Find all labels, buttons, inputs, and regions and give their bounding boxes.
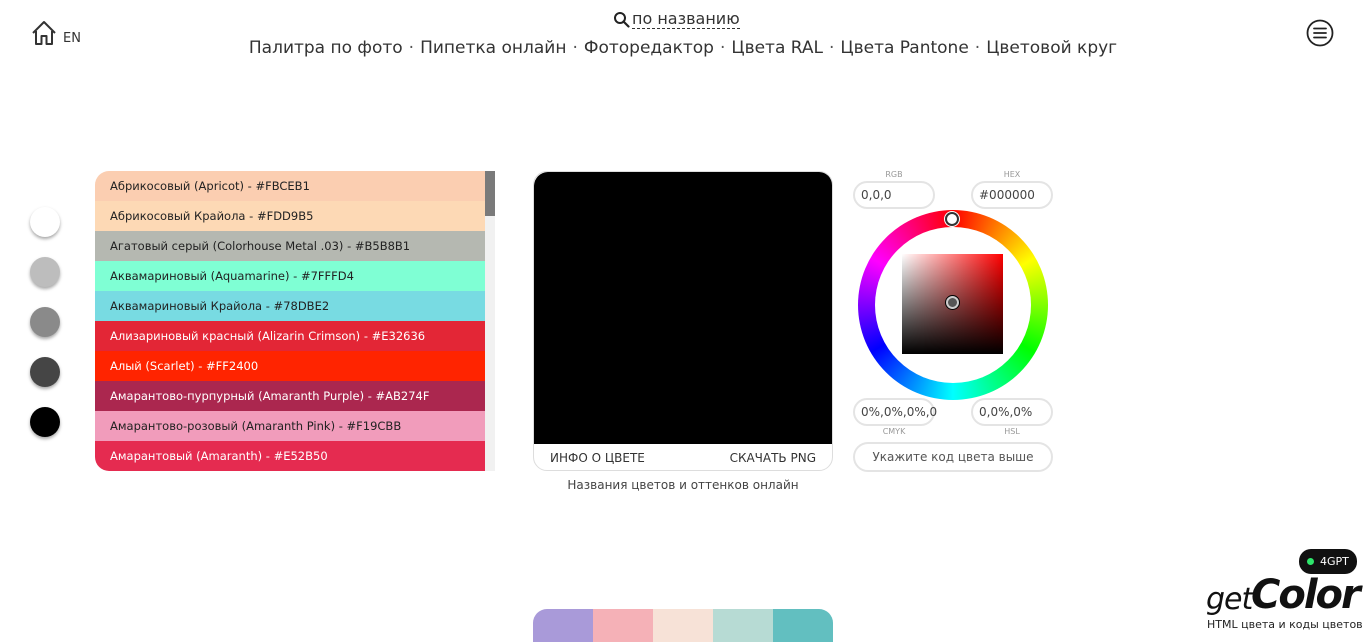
- menu-icon[interactable]: [1306, 19, 1334, 47]
- logo-color: Color: [1251, 572, 1361, 618]
- rgb-label: RGB: [885, 170, 903, 179]
- preview-actions: ИНФО О ЦВЕТЕ СКАЧАТЬ PNG: [534, 444, 832, 470]
- nav-separator: ·: [974, 38, 981, 58]
- nav-separator: ·: [572, 38, 578, 58]
- color-list-item[interactable]: Амарантово-пурпурный (Amaranth Purple) -…: [95, 381, 495, 411]
- palette-swatch-1[interactable]: [593, 609, 653, 642]
- color-list-item[interactable]: Аквамариновый Крайола - #78DBE2: [95, 291, 495, 321]
- enter-color-code-button[interactable]: Укажите код цвета выше: [853, 442, 1053, 472]
- palette-swatch-0[interactable]: [533, 609, 593, 642]
- nav-link-5[interactable]: Цветовой круг: [986, 38, 1117, 58]
- color-list-item[interactable]: Амарантово-розовый (Amaranth Pink) - #F1…: [95, 411, 495, 441]
- nav-link-4[interactable]: Цвета Pantone: [840, 38, 968, 58]
- hex-label: HEX: [1003, 170, 1021, 179]
- color-name-list[interactable]: Абрикосовый (Apricot) - #FBCEB1 Абрикосов…: [95, 171, 495, 471]
- color-list-item[interactable]: Амарантовый (Amaranth) - #E52B50: [95, 441, 495, 471]
- palette-swatch-2[interactable]: [653, 609, 713, 642]
- color-list-item[interactable]: Алый (Scarlet) - #FF2400: [95, 351, 495, 381]
- scrollbar-thumb[interactable]: [485, 171, 495, 216]
- nav-link-2[interactable]: Фоторедактор: [584, 38, 714, 58]
- logo-tagline: HTML цвета и коды цветов: [1207, 618, 1363, 631]
- shade-swatch-4[interactable]: [30, 407, 60, 437]
- cmyk-field[interactable]: 0%,0%,0%,0: [853, 398, 937, 426]
- rgb-field[interactable]: 0,0,0: [853, 181, 935, 209]
- color-list-item[interactable]: Аквамариновый (Aquamarine) - #7FFFD4: [95, 261, 495, 291]
- color-info-button[interactable]: ИНФО О ЦВЕТЕ: [550, 451, 645, 465]
- shade-swatch-2[interactable]: [30, 307, 60, 337]
- top-navigation: Палитра по фото · Пипетка онлайн · Фоторедак…: [0, 38, 1366, 58]
- saturation-handle[interactable]: [946, 296, 959, 309]
- search-by-name[interactable]: по названию: [613, 9, 740, 29]
- cmyk-label: CMYK: [882, 427, 906, 436]
- color-preview-swatch: [534, 172, 832, 444]
- nav-separator: ·: [829, 38, 835, 58]
- color-list-item[interactable]: Абрикосовый Крайола - #FDD9B5: [95, 201, 495, 231]
- download-png-button[interactable]: СКАЧАТЬ PNG: [730, 451, 816, 465]
- status-dot-icon: [1307, 558, 1314, 565]
- list-scrollbar[interactable]: [485, 171, 495, 471]
- nav-link-1[interactable]: Пипетка онлайн: [420, 38, 566, 58]
- logo-get: get: [1206, 582, 1253, 617]
- color-palette-strip: [533, 609, 833, 642]
- hue-handle[interactable]: [945, 212, 959, 226]
- search-icon: [614, 11, 630, 28]
- nav-link-0[interactable]: Палитра по фото: [249, 38, 403, 58]
- shade-swatch-3[interactable]: [30, 357, 60, 387]
- shade-swatch-1[interactable]: [30, 257, 60, 287]
- search-label: по названию: [632, 9, 740, 29]
- nav-separator: ·: [719, 38, 726, 58]
- preview-caption: Названия цветов и оттенков онлайн: [567, 478, 799, 492]
- color-list-item[interactable]: Агатовый серый (Colorhouse Metal .03) - …: [95, 231, 495, 261]
- gpt-badge-label: 4GPT: [1320, 555, 1349, 568]
- color-preview-card: ИНФО О ЦВЕТЕ СКАЧАТЬ PNG: [533, 171, 833, 471]
- nav-link-3[interactable]: Цвета RAL: [731, 38, 823, 58]
- shade-swatch-0[interactable]: [30, 207, 60, 237]
- hsl-field[interactable]: 0,0%,0%: [971, 398, 1053, 426]
- palette-swatch-3[interactable]: [713, 609, 773, 642]
- hsl-label: HSL: [1004, 427, 1020, 436]
- color-list-item[interactable]: Абрикосовый (Apricot) - #FBCEB1: [95, 171, 495, 201]
- getcolor-logo[interactable]: get Color HTML цвета и коды цветов: [1206, 568, 1366, 642]
- palette-swatch-4[interactable]: [773, 609, 833, 642]
- color-list-item[interactable]: Ализариновый красный (Alizarin Crimson) …: [95, 321, 495, 351]
- nav-separator: ·: [408, 38, 415, 58]
- hex-field[interactable]: #000000: [971, 181, 1053, 209]
